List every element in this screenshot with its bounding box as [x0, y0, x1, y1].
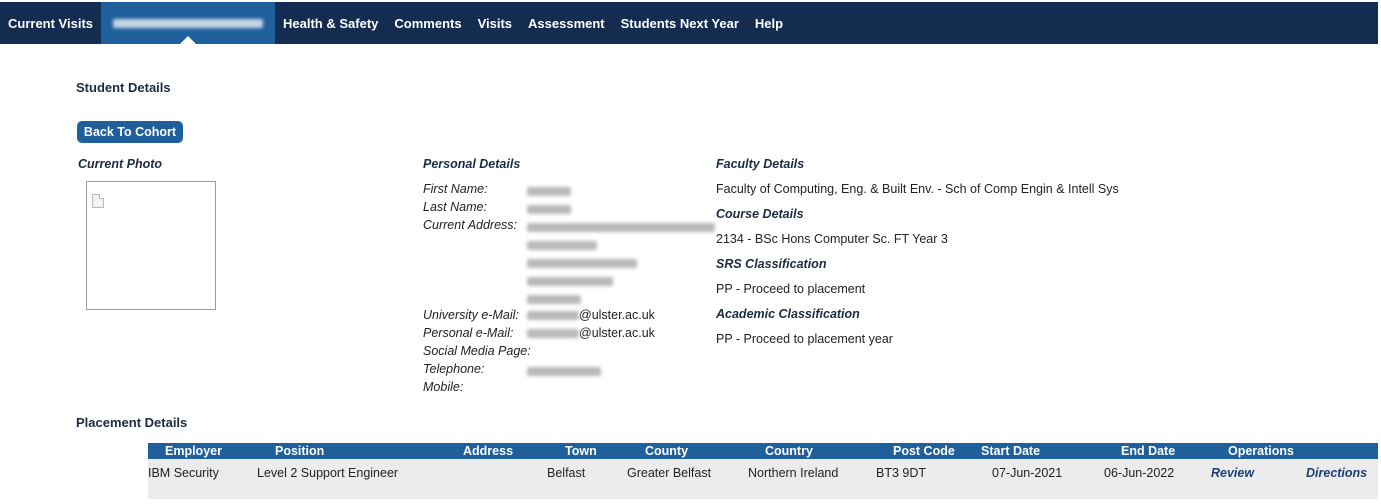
cell-country: Northern Ireland	[748, 466, 839, 480]
address-line-4	[527, 274, 613, 288]
tab-assessment[interactable]: Assessment	[520, 2, 613, 44]
personal-email-value: @ulster.ac.uk	[527, 326, 655, 340]
review-link[interactable]: Review	[1211, 466, 1254, 480]
course-details-heading: Course Details	[716, 207, 804, 221]
personal-details-heading: Personal Details	[423, 157, 521, 171]
col-address: Address	[463, 444, 514, 458]
social-media-label: Social Media Page:	[423, 344, 531, 358]
faculty-details-heading: Faculty Details	[716, 157, 805, 171]
table-row: IBM Security Level 2 Support Engineer Be…	[148, 459, 1378, 499]
telephone-label: Telephone:	[423, 362, 485, 376]
tab-help[interactable]: Help	[747, 2, 791, 44]
col-operations: Operations	[1228, 444, 1294, 458]
cell-position: Level 2 Support Engineer	[257, 466, 399, 480]
personal-email-domain: @ulster.ac.uk	[579, 326, 655, 340]
personal-email-label: Personal e-Mail:	[423, 326, 514, 340]
srs-classification-heading: SRS Classification	[716, 257, 827, 271]
university-email-value: @ulster.ac.uk	[527, 308, 655, 322]
university-email-domain: @ulster.ac.uk	[579, 308, 655, 322]
first-name-value	[527, 184, 571, 198]
last-name-value	[527, 202, 571, 216]
srs-classification-value: PP - Proceed to placement	[716, 282, 866, 296]
course-value: 2134 - BSc Hons Computer Sc. FT Year 3	[716, 232, 948, 246]
placement-table-header: Employer Position Address Town County Co…	[148, 443, 1378, 459]
tab-visits[interactable]: Visits	[470, 2, 520, 44]
mobile-label: Mobile:	[423, 380, 464, 394]
tab-current-visits[interactable]: Current Visits	[0, 2, 101, 44]
cell-town: Belfast	[547, 466, 586, 480]
placement-table: Employer Position Address Town County Co…	[148, 443, 1378, 499]
col-town: Town	[565, 444, 597, 458]
university-email-label: University e-Mail:	[423, 308, 519, 322]
broken-image-icon	[92, 194, 104, 208]
academic-classification-value: PP - Proceed to placement year	[716, 332, 893, 346]
address-line-1	[527, 220, 715, 234]
address-line-3	[527, 256, 637, 270]
back-to-cohort-button[interactable]: Back To Cohort	[77, 121, 183, 143]
current-photo-heading: Current Photo	[78, 157, 163, 171]
address-line-2	[527, 238, 597, 252]
top-nav: Current Visits Health & Safety Comments …	[0, 2, 1378, 44]
redacted-tab-label	[113, 18, 264, 28]
cell-post-code: BT3 9DT	[876, 466, 927, 480]
col-end-date: End Date	[1121, 444, 1176, 458]
tab-student-name[interactable]	[101, 2, 276, 44]
page-title: Student Details	[76, 80, 171, 95]
cell-county: Greater Belfast	[627, 466, 712, 480]
address-line-5	[527, 292, 581, 306]
academic-classification-heading: Academic Classification	[716, 307, 860, 321]
cell-start-date: 07-Jun-2021	[992, 466, 1063, 480]
col-county: County	[645, 444, 689, 458]
cell-end-date: 06-Jun-2022	[1104, 466, 1175, 480]
faculty-value: Faculty of Computing, Eng. & Built Env. …	[716, 182, 1119, 196]
col-post-code: Post Code	[893, 444, 955, 458]
col-position: Position	[275, 444, 325, 458]
cell-employer: IBM Security	[148, 466, 219, 480]
tab-comments[interactable]: Comments	[386, 2, 469, 44]
address-label: Current Address:	[423, 218, 518, 232]
placement-details-heading: Placement Details	[76, 415, 188, 430]
col-start-date: Start Date	[981, 444, 1041, 458]
last-name-label: Last Name:	[423, 200, 487, 214]
telephone-value	[527, 364, 601, 378]
student-photo	[86, 181, 216, 310]
tab-students-next-year[interactable]: Students Next Year	[613, 2, 747, 44]
tab-health-safety[interactable]: Health & Safety	[275, 2, 386, 44]
directions-link[interactable]: Directions	[1306, 466, 1367, 480]
col-country: Country	[765, 444, 813, 458]
col-employer: Employer	[165, 444, 222, 458]
first-name-label: First Name:	[423, 182, 488, 196]
